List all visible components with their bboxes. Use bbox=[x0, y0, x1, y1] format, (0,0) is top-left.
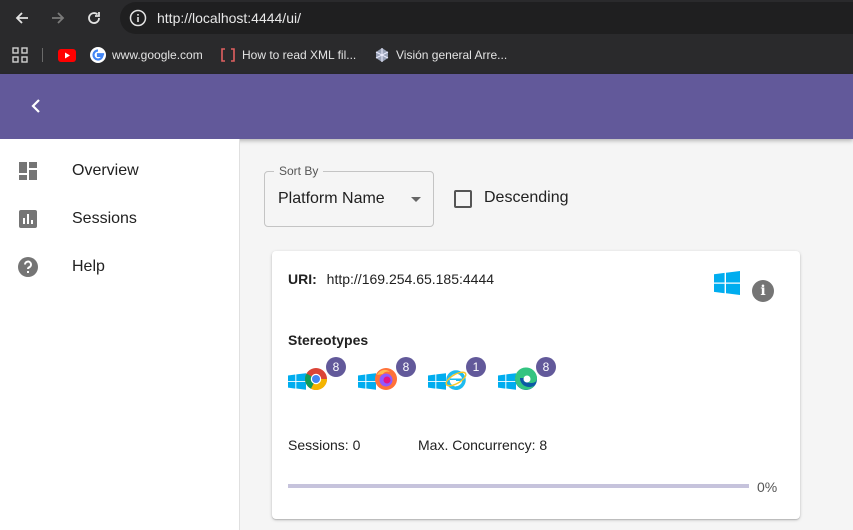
load-percent: 0% bbox=[757, 479, 778, 495]
app-bar bbox=[0, 74, 853, 139]
sidebar-item-sessions[interactable]: Sessions bbox=[0, 195, 239, 243]
stereotype-edge: 8 bbox=[498, 357, 558, 397]
sidebar-item-overview[interactable]: Overview bbox=[0, 147, 239, 195]
bookmarks-separator bbox=[42, 48, 43, 62]
uri-value: http://169.254.65.185:4444 bbox=[326, 271, 495, 287]
stereotype-count-badge: 8 bbox=[396, 357, 416, 377]
stereotype-firefox: 8 bbox=[358, 357, 418, 397]
stereotype-chrome: 8 bbox=[288, 357, 348, 397]
sidebar-item-help[interactable]: Help bbox=[0, 243, 239, 291]
youtube-icon bbox=[58, 48, 76, 62]
edge-icon bbox=[514, 367, 537, 390]
address-bar[interactable]: http://localhost:4444/ui/ bbox=[120, 2, 853, 34]
node-info-icon[interactable]: i bbox=[752, 280, 774, 302]
reload-icon[interactable] bbox=[82, 6, 106, 30]
site-info-icon[interactable] bbox=[129, 9, 147, 27]
bookmark-label: www.google.com bbox=[112, 48, 203, 62]
descending-checkbox[interactable] bbox=[454, 190, 472, 208]
bar-chart-icon bbox=[16, 207, 40, 231]
stereotype-count-badge: 8 bbox=[326, 357, 346, 377]
sidebar: Overview Sessions Help bbox=[0, 139, 240, 530]
node-card: URI: http://169.254.65.185:4444 i Stereo… bbox=[272, 251, 800, 519]
sidebar-item-label: Help bbox=[72, 258, 105, 275]
browser-toolbar: http://localhost:4444/ui/ bbox=[0, 0, 853, 36]
sidebar-item-label: Sessions bbox=[72, 210, 137, 227]
bookmarks-bar: www.google.com How to read XML fil... Vi… bbox=[0, 36, 853, 74]
globe-icon bbox=[375, 48, 389, 62]
apps-grid-icon[interactable] bbox=[12, 46, 34, 64]
windows-icon bbox=[714, 271, 740, 295]
sidebar-item-label: Overview bbox=[72, 162, 139, 179]
chrome-icon bbox=[305, 368, 327, 391]
bookmark-xml[interactable]: How to read XML fil... bbox=[220, 46, 356, 64]
dashboard-icon bbox=[16, 159, 40, 183]
sort-by-select[interactable]: Sort By Platform Name bbox=[264, 164, 434, 227]
stereotypes-title: Stereotypes bbox=[288, 332, 369, 348]
main-content: Sort By Platform Name Descending URI: ht… bbox=[240, 139, 853, 530]
stereotype-count-badge: 1 bbox=[466, 357, 486, 377]
bookmark-google[interactable]: www.google.com bbox=[90, 46, 203, 64]
sort-by-value: Platform Name bbox=[278, 190, 385, 207]
help-icon bbox=[16, 255, 40, 279]
sort-by-legend: Sort By bbox=[274, 164, 324, 178]
max-concurrency: Max. Concurrency: 8 bbox=[418, 437, 548, 453]
bookmark-label: Visión general Arre... bbox=[396, 48, 508, 62]
node-uri: URI: http://169.254.65.185:4444 bbox=[288, 271, 494, 287]
load-progress-bar bbox=[288, 484, 749, 488]
sessions-count: Sessions: 0 bbox=[288, 437, 361, 453]
uri-label: URI: bbox=[288, 271, 317, 287]
descending-label[interactable]: Descending bbox=[484, 189, 569, 207]
url-text[interactable]: http://localhost:4444/ui/ bbox=[157, 10, 301, 26]
bookmark-label: How to read XML fil... bbox=[242, 48, 357, 62]
bookmark-vision[interactable]: Visión general Arre... bbox=[374, 46, 507, 64]
firefox-icon bbox=[375, 368, 397, 390]
chevron-left-icon[interactable] bbox=[24, 94, 48, 118]
back-arrow-icon[interactable] bbox=[10, 6, 34, 30]
internet-explorer-icon bbox=[445, 370, 467, 390]
google-icon bbox=[90, 47, 106, 63]
bracket-icon bbox=[221, 48, 235, 62]
stereotype-count-badge: 8 bbox=[536, 357, 556, 377]
bookmark-youtube[interactable] bbox=[58, 46, 82, 64]
forward-arrow-icon[interactable] bbox=[46, 6, 70, 30]
stereotype-internet-explorer: 1 bbox=[428, 357, 488, 397]
dropdown-arrow-icon bbox=[411, 197, 421, 202]
